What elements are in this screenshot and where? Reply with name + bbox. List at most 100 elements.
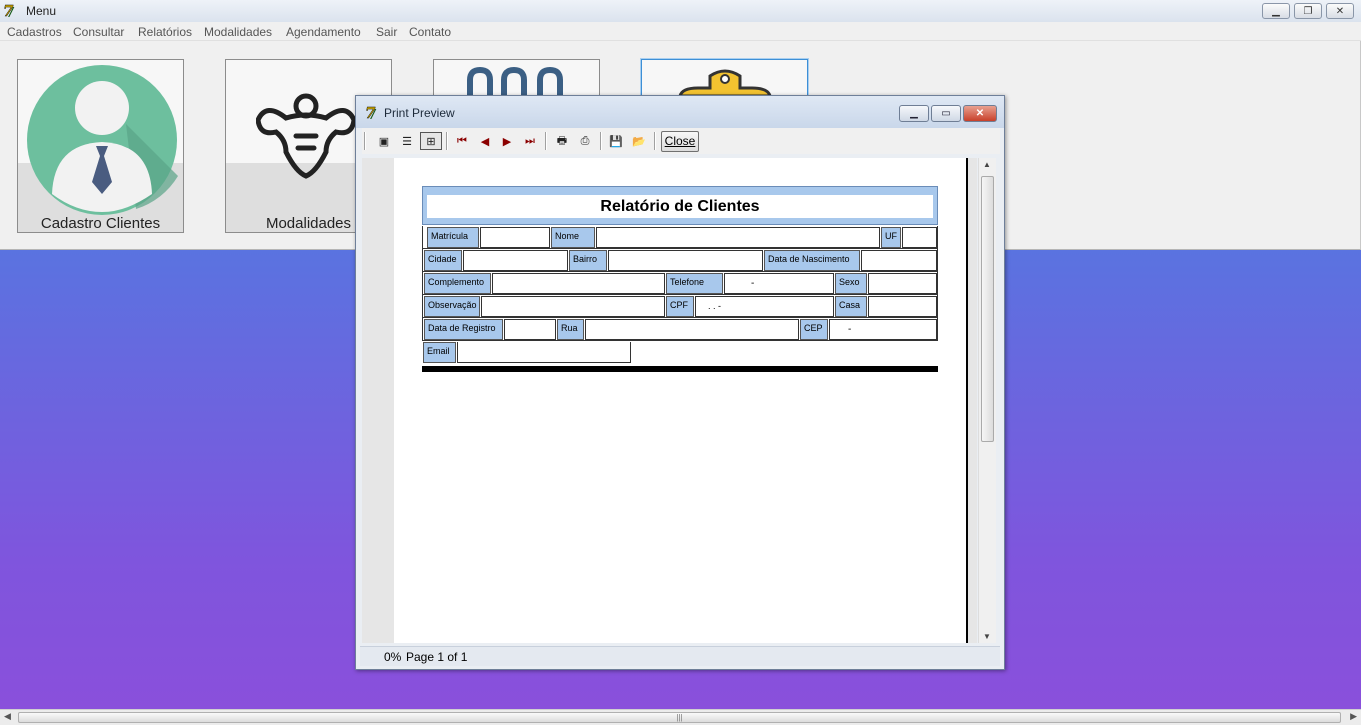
value-complemento	[492, 273, 665, 294]
label-cep: CEP	[800, 319, 828, 340]
value-uf	[902, 227, 937, 248]
print-button[interactable]: ⎙	[575, 132, 595, 150]
report-row-4: Observação CPF . . - Casa	[422, 295, 938, 318]
report-row-5: Data de Registro Rua CEP -	[422, 318, 938, 341]
report-title: Relatório de Clientes	[427, 195, 933, 218]
scroll-thumb[interactable]	[981, 176, 994, 442]
save-button[interactable]: 💾	[606, 132, 626, 150]
open-button[interactable]: 📂	[629, 132, 649, 150]
page-width-button[interactable]: ☰	[397, 132, 417, 150]
100-percent-button[interactable]: ⊞	[420, 132, 442, 150]
close-icon: ✕	[975, 108, 985, 119]
value-casa	[868, 296, 937, 317]
prev-page-button[interactable]: ◀	[475, 132, 495, 150]
svg-text:/: /	[370, 107, 377, 120]
menu-cadastros[interactable]: Cadastros	[7, 25, 62, 39]
value-rua	[585, 319, 799, 340]
report-row-3: Complemento Telefone - Sexo	[422, 272, 938, 295]
toolbar-separator	[545, 132, 547, 150]
preview-toolbar: ▣ ☰ ⊞ ⏮ ◀ ▶ ⏭ 🖶 ⎙ 💾 📂 Close	[362, 128, 1000, 154]
close-window-button[interactable]: ✕	[1326, 3, 1354, 19]
report-row-1: Matrícula Nome UF	[422, 226, 938, 249]
svg-text:/: /	[8, 5, 15, 18]
value-cidade	[463, 250, 568, 271]
label-email: Email	[423, 342, 456, 363]
last-page-button[interactable]: ⏭	[520, 132, 540, 150]
menu-agendamento[interactable]: Agendamento	[286, 25, 361, 39]
scroll-right-icon[interactable]: ▶	[1350, 711, 1357, 722]
value-observacao	[481, 296, 665, 317]
label-observacao: Observação	[424, 296, 480, 317]
print-setup-button[interactable]: 🖶	[552, 132, 572, 150]
tile-cadastro-clientes[interactable]: Cadastro Clientes	[17, 59, 184, 233]
scroll-left-icon[interactable]: ◀	[4, 711, 11, 722]
preview-close-button[interactable]: ✕	[963, 105, 997, 122]
close-icon: ✕	[1335, 5, 1345, 17]
toolbar-separator	[364, 132, 366, 150]
menu-bar: Cadastros Consultar Relatórios Modalidad…	[0, 22, 1361, 41]
bodybuilder-icon	[256, 93, 356, 179]
window-title: Menu	[26, 4, 57, 18]
value-sexo	[868, 273, 937, 294]
close-button[interactable]: Close	[661, 131, 699, 152]
menu-contato[interactable]: Contato	[409, 25, 451, 39]
label-casa: Casa	[835, 296, 867, 317]
whole-page-icon: ▣	[378, 135, 390, 148]
next-page-button[interactable]: ▶	[497, 132, 517, 150]
page-width-icon: ☰	[402, 135, 412, 148]
label-sexo: Sexo	[835, 273, 867, 294]
preview-viewport: Relatório de Clientes Matrícula Nome UF …	[362, 158, 977, 643]
whole-page-button[interactable]: ▣	[374, 132, 394, 150]
report-row-6: Email	[422, 341, 938, 364]
main-horizontal-scrollbar[interactable]: ◀ ||| ▶	[0, 709, 1361, 725]
label-nome: Nome	[551, 227, 595, 248]
label-complemento: Complemento	[424, 273, 491, 294]
print-setup-icon: 🖶	[556, 134, 568, 147]
client-avatar-icon	[27, 65, 178, 215]
zoom-level: 0%	[384, 650, 402, 664]
toolbar-separator	[600, 132, 602, 150]
preview-titlebar: 7/ Print Preview ▁ ▭ ✕	[356, 96, 1004, 128]
restore-icon: ❐	[1303, 5, 1313, 17]
scroll-up-icon[interactable]: ▲	[983, 160, 991, 169]
label-matricula: Matrícula	[427, 227, 479, 248]
100-percent-icon: ⊞	[426, 135, 436, 148]
save-icon: 💾	[609, 135, 623, 148]
preview-maximize-button[interactable]: ▭	[931, 105, 961, 122]
first-page-button[interactable]: ⏮	[452, 132, 472, 150]
menu-modalidades[interactable]: Modalidades	[204, 25, 272, 39]
preview-title: Print Preview	[384, 106, 455, 120]
menu-relatorios[interactable]: Relatórios	[138, 25, 192, 39]
report-title-band: Relatório de Clientes	[422, 186, 938, 225]
report-row-2: Cidade Bairro Data de Nascimento	[422, 249, 938, 272]
prev-page-icon: ◀	[480, 135, 490, 148]
menu-sair[interactable]: Sair	[376, 25, 397, 39]
value-matricula	[480, 227, 550, 248]
label-cidade: Cidade	[424, 250, 462, 271]
label-nascimento: Data de Nascimento	[764, 250, 860, 271]
value-nome	[596, 227, 880, 248]
maximize-icon: ▭	[941, 108, 951, 119]
scroll-thumb[interactable]: |||	[18, 712, 1341, 723]
value-email	[457, 342, 631, 363]
preview-minimize-button[interactable]: ▁	[899, 105, 929, 122]
preview-vertical-scrollbar[interactable]: ▲ ▼	[978, 158, 996, 643]
scroll-down-icon[interactable]: ▼	[983, 632, 991, 641]
value-cpf: . . -	[695, 296, 834, 317]
main-titlebar: 7/ Menu ▁ ❐ ✕	[0, 0, 1361, 22]
minimize-button[interactable]: ▁	[1262, 3, 1290, 19]
app-logo-icon: 7/	[365, 104, 377, 120]
calendar-icon	[467, 66, 563, 96]
minimize-icon: ▁	[1272, 5, 1280, 17]
minimize-icon: ▁	[910, 108, 918, 119]
print-icon: ⎙	[580, 134, 590, 147]
value-nascimento	[861, 250, 937, 271]
value-cep: -	[829, 319, 937, 340]
report-footer-bar	[422, 366, 938, 372]
tile-label: Cadastro Clientes	[40, 215, 161, 232]
app-logo-icon: 7/	[3, 2, 15, 18]
value-telefone: -	[724, 273, 834, 294]
label-cpf: CPF	[666, 296, 694, 317]
restore-button[interactable]: ❐	[1294, 3, 1322, 19]
menu-consultar[interactable]: Consultar	[73, 25, 124, 39]
